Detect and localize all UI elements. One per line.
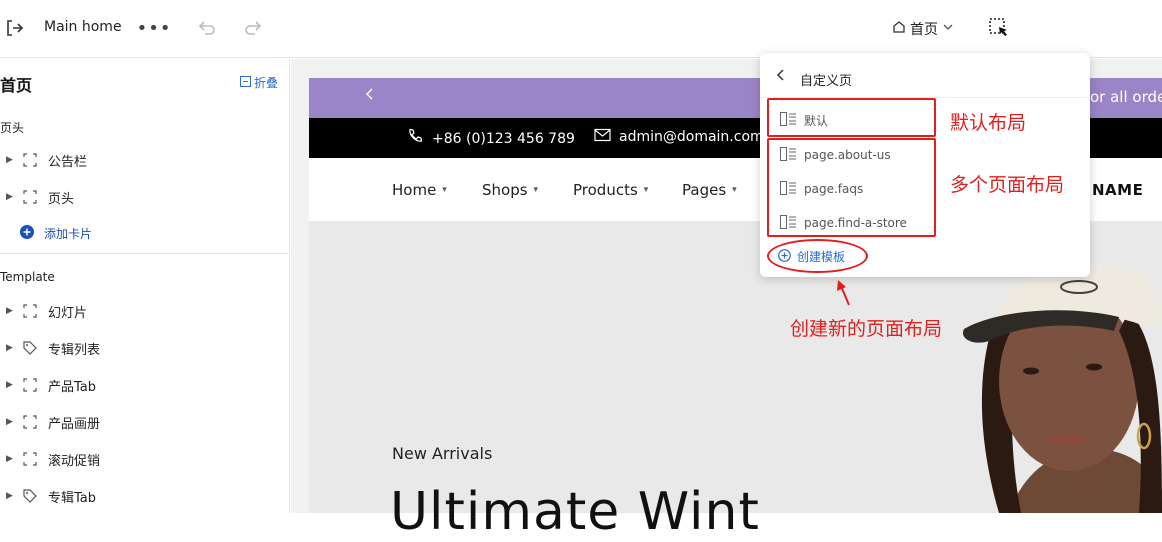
caret-right-icon[interactable]: ▶ xyxy=(6,306,16,316)
sidebar-item-label: 产品Tab xyxy=(48,379,97,395)
nav-shops[interactable]: Shops ▾ xyxy=(482,181,538,199)
collapse-button[interactable]: 折叠 xyxy=(240,74,278,91)
sidebar-item-product-tab[interactable]: ▶ 产品Tab xyxy=(0,370,289,400)
sidebar-item-label: 专辑列表 xyxy=(48,342,101,358)
tag-icon xyxy=(22,340,38,356)
hero-title: Ultimate Wint xyxy=(390,482,760,542)
email-contact[interactable]: admin@domain.com xyxy=(594,128,764,146)
exit-icon[interactable] xyxy=(2,16,26,40)
phone-number: +86 (0)123 456 789 xyxy=(432,130,575,147)
chevron-left-icon[interactable] xyxy=(364,86,376,105)
chevron-down-icon: ▾ xyxy=(643,185,649,195)
sidebar-item-scrolling-promo[interactable]: ▶ 滚动促销 xyxy=(0,444,289,474)
home-icon xyxy=(892,20,906,38)
sidebar-item-product-gallery[interactable]: ▶ 产品画册 xyxy=(0,407,289,437)
caret-right-icon[interactable]: ▶ xyxy=(6,380,16,390)
sidebar-item-slideshow[interactable]: ▶ 幻灯片 xyxy=(0,296,289,326)
chevron-down-icon: ▾ xyxy=(533,185,539,195)
caret-right-icon[interactable]: ▶ xyxy=(6,417,16,427)
sidebar-title: 首页 xyxy=(0,76,33,95)
section-icon xyxy=(22,451,38,467)
sidebar-item-label: 产品画册 xyxy=(48,416,101,432)
divider xyxy=(0,253,289,254)
popover-title: 自定义页 xyxy=(800,74,853,89)
section-icon xyxy=(22,152,38,168)
add-card-label: 添加卡片 xyxy=(44,227,93,241)
tag-icon xyxy=(22,488,38,504)
annotation-oval-create xyxy=(767,239,868,273)
section-heading-template: Template xyxy=(0,270,55,284)
section-icon xyxy=(22,377,38,393)
section-icon xyxy=(22,189,38,205)
theme-title: Main home xyxy=(44,19,122,35)
page-selector-label: 首页 xyxy=(910,22,938,38)
sidebar: 首页 折叠 页头 ▶ 公告栏 ▶ 页头 添加卡片 Template ▶ 幻灯片 … xyxy=(0,59,290,513)
mail-icon xyxy=(594,128,611,146)
sidebar-item-announcement[interactable]: ▶ 公告栏 xyxy=(0,145,289,175)
store-brand[interactable]: NAME xyxy=(1092,181,1143,199)
plus-circle-icon xyxy=(20,225,34,242)
nav-pages[interactable]: Pages ▾ xyxy=(682,181,737,199)
sidebar-item-label: 页头 xyxy=(48,191,75,207)
sidebar-item-label: 公告栏 xyxy=(48,154,88,170)
section-icon xyxy=(22,414,38,430)
add-card-button[interactable]: 添加卡片 xyxy=(20,225,92,242)
annotation-box-multi xyxy=(767,138,936,237)
caret-right-icon[interactable]: ▶ xyxy=(6,192,16,202)
caret-right-icon[interactable]: ▶ xyxy=(6,454,16,464)
chevron-down-icon: ▾ xyxy=(732,185,737,195)
sidebar-item-label: 滚动促销 xyxy=(48,453,101,469)
hero-subtitle: New Arrivals xyxy=(392,444,493,463)
sidebar-item-collection-tab[interactable]: ▶ 专辑Tab xyxy=(0,481,289,511)
caret-right-icon[interactable]: ▶ xyxy=(6,491,16,501)
nav-label: Pages xyxy=(682,181,727,199)
back-chevron-icon[interactable] xyxy=(776,68,786,86)
page-selector[interactable]: 首页 xyxy=(892,18,954,40)
sidebar-item-label: 幻灯片 xyxy=(48,305,88,321)
announcement-text: or all orders xyxy=(1090,88,1162,106)
annotation-label-multi: 多个页面布局 xyxy=(950,174,1065,196)
nav-products[interactable]: Products ▾ xyxy=(573,181,648,199)
nav-home[interactable]: Home ▾ xyxy=(392,181,447,199)
phone-contact[interactable]: +86 (0)123 456 789 xyxy=(407,128,575,149)
annotation-label-create: 创建新的页面布局 xyxy=(790,318,943,340)
collapse-icon xyxy=(240,75,251,90)
phone-icon xyxy=(407,128,424,149)
collapse-label: 折叠 xyxy=(254,76,279,90)
select-element-icon[interactable] xyxy=(988,17,1010,39)
redo-icon[interactable] xyxy=(242,17,264,39)
nav-label: Home xyxy=(392,181,437,199)
chevron-down-icon xyxy=(942,21,954,37)
sidebar-item-header[interactable]: ▶ 页头 xyxy=(0,182,289,212)
more-options-button[interactable]: ••• xyxy=(137,16,171,40)
nav-label: Shops xyxy=(482,181,528,199)
undo-icon[interactable] xyxy=(196,17,218,39)
sidebar-item-label: 专辑Tab xyxy=(48,490,97,506)
annotation-arrow-icon xyxy=(837,280,850,306)
caret-right-icon[interactable]: ▶ xyxy=(6,343,16,353)
caret-right-icon[interactable]: ▶ xyxy=(6,155,16,165)
annotation-label-default: 默认布局 xyxy=(950,112,1027,134)
email-address: admin@domain.com xyxy=(619,129,764,145)
section-icon xyxy=(22,303,38,319)
nav-label: Products xyxy=(573,181,638,199)
chevron-down-icon: ▾ xyxy=(442,185,447,195)
sidebar-item-collection-list[interactable]: ▶ 专辑列表 xyxy=(0,333,289,363)
annotation-box-default xyxy=(767,98,936,137)
section-heading-header: 页头 xyxy=(0,121,25,135)
